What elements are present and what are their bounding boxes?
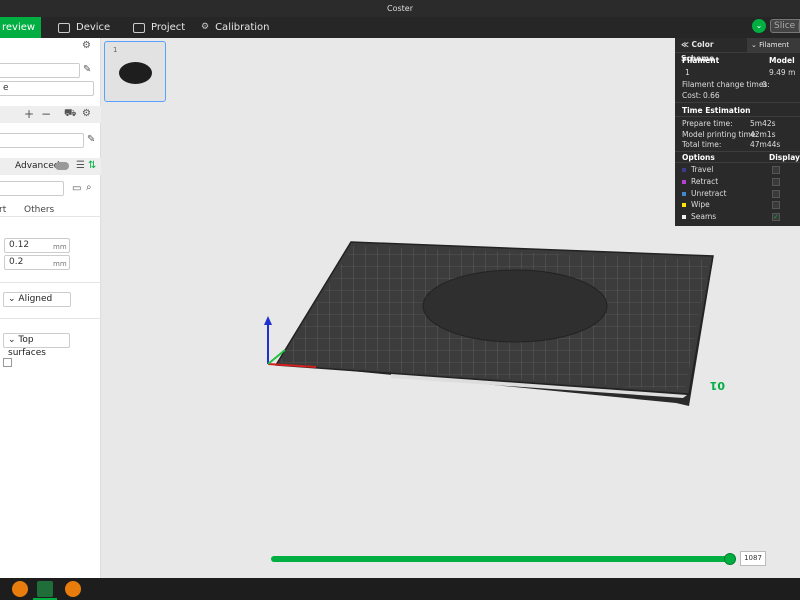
filament-dropdown-label: Filament xyxy=(759,41,790,49)
travel-display-checkbox[interactable] xyxy=(772,166,780,174)
chevron-down-icon: ⌄ xyxy=(8,335,16,345)
model-header: Model xyxy=(769,56,795,65)
unretract-swatch xyxy=(682,192,686,196)
search-input[interactable] xyxy=(0,181,64,196)
blender-icon[interactable] xyxy=(12,581,28,597)
total-time-value: 47m44s xyxy=(750,140,781,149)
color-scheme-header[interactable]: ≪ Color Scheme xyxy=(675,38,747,63)
printer-select[interactable] xyxy=(0,63,80,78)
minus-icon[interactable]: − xyxy=(41,107,51,121)
blender-icon[interactable] xyxy=(65,581,81,597)
compare-icon[interactable]: ☰ xyxy=(76,160,85,171)
filament-index: 1 xyxy=(685,68,690,77)
tab-calibration-label: Calibration xyxy=(215,22,270,33)
monitor-icon xyxy=(58,22,70,33)
chevron-down-icon: ⌄ xyxy=(751,41,757,49)
option-travel: Travel xyxy=(682,165,713,174)
option-unretract-label: Unretract xyxy=(691,189,727,198)
seam-position-select[interactable]: ⌄ Aligned xyxy=(3,292,71,307)
plus-icon[interactable]: + xyxy=(24,107,34,121)
tab-device[interactable]: Device xyxy=(58,17,110,38)
cost-value: 0.66 xyxy=(703,91,720,100)
coaster-model xyxy=(422,269,608,343)
model-time-value: 42m1s xyxy=(750,130,776,139)
retract-swatch xyxy=(682,180,686,184)
slice-controls: ⌄ Slice p xyxy=(752,19,800,33)
travel-swatch xyxy=(682,168,686,172)
option-retract-label: Retract xyxy=(691,177,719,186)
cost-label: Cost: xyxy=(682,91,702,100)
settings-sidebar: ⚙ ✎ e + − ⛟ ⚙ ✎ Advanced ☰ ⇅ ▭ ⌕ rt Othe… xyxy=(0,38,101,578)
model-time-label: Model printing time: xyxy=(682,130,758,139)
process-edit-icon[interactable]: ✎ xyxy=(87,134,95,145)
tab-calibration[interactable]: ⚙ Calibration xyxy=(201,17,270,38)
seams-display-checkbox[interactable]: ✓ xyxy=(772,213,780,221)
filament-change-value: 0 xyxy=(762,80,767,89)
collapse-icon: ≪ xyxy=(681,40,689,49)
options-header: Options xyxy=(682,153,715,162)
edit-icon[interactable]: ✎ xyxy=(83,64,91,75)
seam-position-value: Aligned xyxy=(18,294,53,304)
tab-others[interactable]: Others xyxy=(24,205,54,215)
option-wipe: Wipe xyxy=(682,200,710,209)
filter-icon[interactable]: ⇅ xyxy=(88,160,96,171)
option-wipe-label: Wipe xyxy=(691,200,710,209)
option-seams-label: Seams xyxy=(691,212,717,221)
tab-preview-label: review xyxy=(2,22,36,33)
calibration-icon: ⚙ xyxy=(201,22,210,32)
tab-preview[interactable]: review xyxy=(0,17,41,38)
top-menubar: review Device Project ⚙ Calibration ⌄ Sl… xyxy=(0,17,800,38)
advanced-row: Advanced ☰ ⇅ xyxy=(0,158,101,175)
wipe-display-checkbox[interactable] xyxy=(772,201,780,209)
wipe-swatch xyxy=(682,203,686,207)
prepare-time-value: 5m42s xyxy=(750,119,776,128)
slice-plate-button[interactable]: Slice p xyxy=(770,19,800,33)
filament-section-header: + − ⛟ ⚙ xyxy=(0,106,101,123)
z-axis-arrow xyxy=(264,316,272,325)
filament-change-label: Filament change times: xyxy=(682,80,770,89)
prepare-time-label: Prepare time: xyxy=(682,119,733,128)
advanced-toggle[interactable] xyxy=(55,162,69,170)
plate-corner-label: 01 xyxy=(710,379,725,392)
plate-type-select[interactable]: e xyxy=(0,81,94,96)
ironing-type-select[interactable]: ⌄ Top surfaces xyxy=(3,333,70,358)
tab-project[interactable]: Project xyxy=(133,17,185,38)
advanced-label: Advanced xyxy=(15,161,60,171)
unit-label: mm xyxy=(53,243,67,251)
color-scheme-panel: ≪ Color Scheme ⌄ Filament Filament Model… xyxy=(675,38,800,226)
filament-settings-icon[interactable]: ⚙ xyxy=(82,108,91,119)
option-unretract: Unretract xyxy=(682,189,726,198)
process-select[interactable] xyxy=(0,133,84,148)
seams-swatch xyxy=(682,215,686,219)
window-title: Coster xyxy=(0,0,800,17)
option-travel-label: Travel xyxy=(691,165,714,174)
slicer-app-icon[interactable] xyxy=(37,581,53,597)
tab-device-label: Device xyxy=(76,22,111,33)
project-icon xyxy=(133,22,145,33)
save-icon[interactable]: ▭ xyxy=(72,183,81,194)
filament-length: 9.49 m xyxy=(769,68,796,77)
search-icon[interactable]: ⌕ xyxy=(86,182,92,193)
unit-label: mm xyxy=(53,260,67,268)
layer-slider-handle[interactable] xyxy=(724,553,736,565)
option-seams: Seams xyxy=(682,212,716,221)
gear-icon[interactable]: ⚙ xyxy=(82,40,91,51)
option-checkbox[interactable] xyxy=(3,358,12,367)
retract-display-checkbox[interactable] xyxy=(772,178,780,186)
tab-project-label: Project xyxy=(151,22,186,33)
display-header: Display xyxy=(769,153,800,162)
unretract-display-checkbox[interactable] xyxy=(772,190,780,198)
total-time-label: Total time: xyxy=(682,140,722,149)
filament-dropdown[interactable]: ⌄ Filament xyxy=(747,38,800,52)
filament-header: Filament xyxy=(682,56,720,65)
chevron-down-icon: ⌄ xyxy=(8,294,16,304)
sync-icon[interactable]: ⛟ xyxy=(64,108,77,121)
option-retract: Retract xyxy=(682,177,718,186)
tab-support[interactable]: rt xyxy=(0,205,6,215)
time-estimation-header: Time Estimation xyxy=(682,106,751,115)
layer-slider-value[interactable]: 1087 xyxy=(740,551,766,566)
slice-dropdown-icon[interactable]: ⌄ xyxy=(752,19,766,33)
layer-slider-track[interactable] xyxy=(271,556,733,562)
taskbar xyxy=(0,578,800,600)
